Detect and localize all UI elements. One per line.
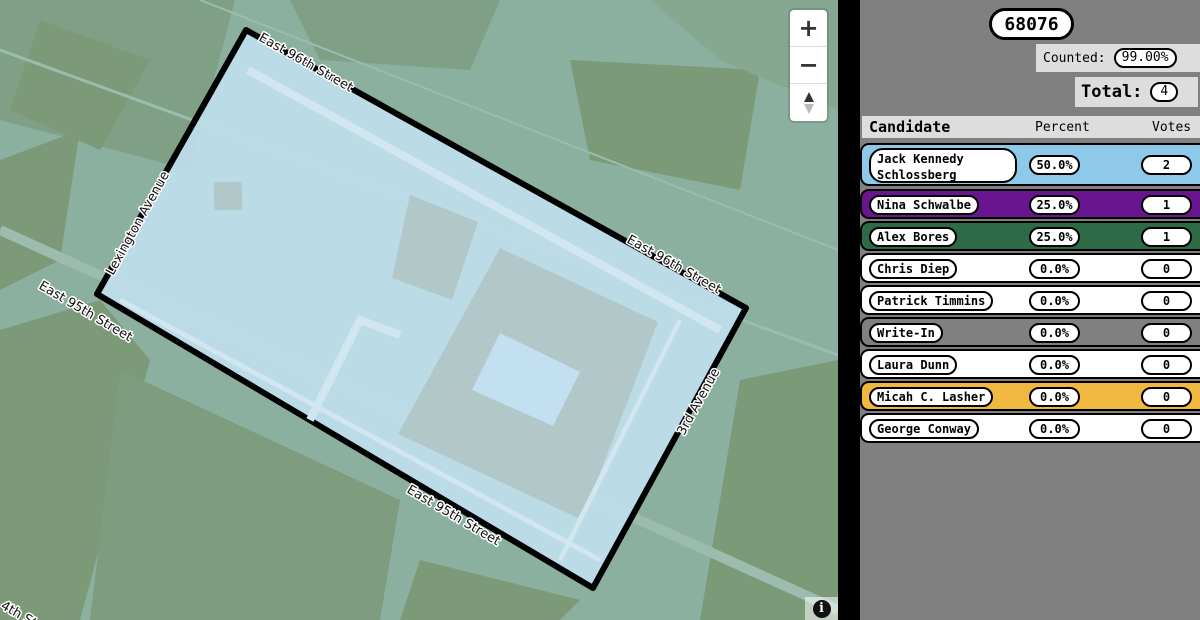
zoom-controls: + −: [790, 10, 827, 121]
candidate-row[interactable]: Jack Kennedy Schlossberg 50.0% 2: [860, 143, 1200, 186]
candidate-row[interactable]: Laura Dunn 0.0% 0: [860, 349, 1200, 379]
candidate-row[interactable]: Micah C. Lasher 0.0% 0: [860, 381, 1200, 411]
candidate-votes: 0: [1141, 259, 1192, 279]
candidate-name: Write-In: [869, 323, 943, 343]
map-canvas[interactable]: East 96th Street East 96th Street East 9…: [0, 0, 838, 620]
header-percent: Percent: [1035, 119, 1090, 135]
candidate-row[interactable]: Write-In 0.0% 0: [860, 317, 1200, 347]
candidate-name: Micah C. Lasher: [869, 387, 994, 407]
district-id-badge: 68076: [989, 8, 1074, 40]
candidate-name: Jack Kennedy Schlossberg: [869, 148, 1017, 183]
candidate-percent: 0.0%: [1029, 355, 1080, 375]
zoom-in-button[interactable]: +: [790, 10, 827, 47]
total-label: Total:: [1081, 82, 1143, 102]
counted-box: Counted: 99.00%: [1036, 44, 1200, 72]
candidate-percent: 0.0%: [1029, 323, 1080, 343]
candidate-name: Nina Schwalbe: [869, 195, 979, 215]
results-table-header: Candidate Percent Votes: [862, 116, 1200, 138]
candidate-votes: 1: [1141, 195, 1192, 215]
candidate-votes: 0: [1141, 323, 1192, 343]
results-panel: 68076 Counted: 99.00% Total: 4 Candidate…: [860, 0, 1200, 620]
candidate-votes: 0: [1141, 355, 1192, 375]
candidate-percent: 0.0%: [1029, 291, 1080, 311]
building-footprint: [213, 181, 243, 211]
candidate-row[interactable]: Alex Bores 25.0% 1: [860, 221, 1200, 251]
candidate-name: Chris Diep: [869, 259, 958, 279]
candidate-votes: 1: [1141, 227, 1192, 247]
candidate-percent: 50.0%: [1029, 155, 1080, 175]
candidate-votes: 0: [1141, 387, 1192, 407]
header-candidate: Candidate: [869, 118, 951, 136]
candidate-row[interactable]: Patrick Timmins 0.0% 0: [860, 285, 1200, 315]
city-block: [290, 0, 500, 70]
attribution-button[interactable]: i: [805, 597, 838, 620]
total-box: Total: 4: [1075, 77, 1198, 107]
compass-button[interactable]: [790, 84, 827, 121]
zoom-out-button[interactable]: −: [790, 47, 827, 84]
candidate-percent: 0.0%: [1029, 419, 1080, 439]
panel-divider: [838, 0, 860, 620]
candidate-row[interactable]: Chris Diep 0.0% 0: [860, 253, 1200, 283]
candidate-row[interactable]: Nina Schwalbe 25.0% 1: [860, 189, 1200, 219]
candidate-votes: 0: [1141, 291, 1192, 311]
candidate-name: Patrick Timmins: [869, 291, 994, 311]
candidate-name: Laura Dunn: [869, 355, 958, 375]
counted-value: 99.00%: [1113, 48, 1177, 68]
info-icon: i: [812, 599, 831, 618]
candidate-row[interactable]: George Conway 0.0% 0: [860, 413, 1200, 443]
compass-icon: [803, 91, 814, 114]
candidate-percent: 0.0%: [1029, 387, 1080, 407]
candidate-name: George Conway: [869, 419, 979, 439]
header-votes: Votes: [1152, 119, 1192, 135]
candidate-percent: 25.0%: [1029, 195, 1080, 215]
candidate-votes: 2: [1141, 155, 1192, 175]
total-value: 4: [1150, 82, 1179, 102]
candidate-name: Alex Bores: [869, 227, 958, 247]
candidate-percent: 25.0%: [1029, 227, 1080, 247]
candidate-percent: 0.0%: [1029, 259, 1080, 279]
candidate-votes: 0: [1141, 419, 1192, 439]
counted-label: Counted:: [1043, 50, 1106, 66]
map-view[interactable]: East 96th Street East 96th Street East 9…: [0, 0, 838, 620]
